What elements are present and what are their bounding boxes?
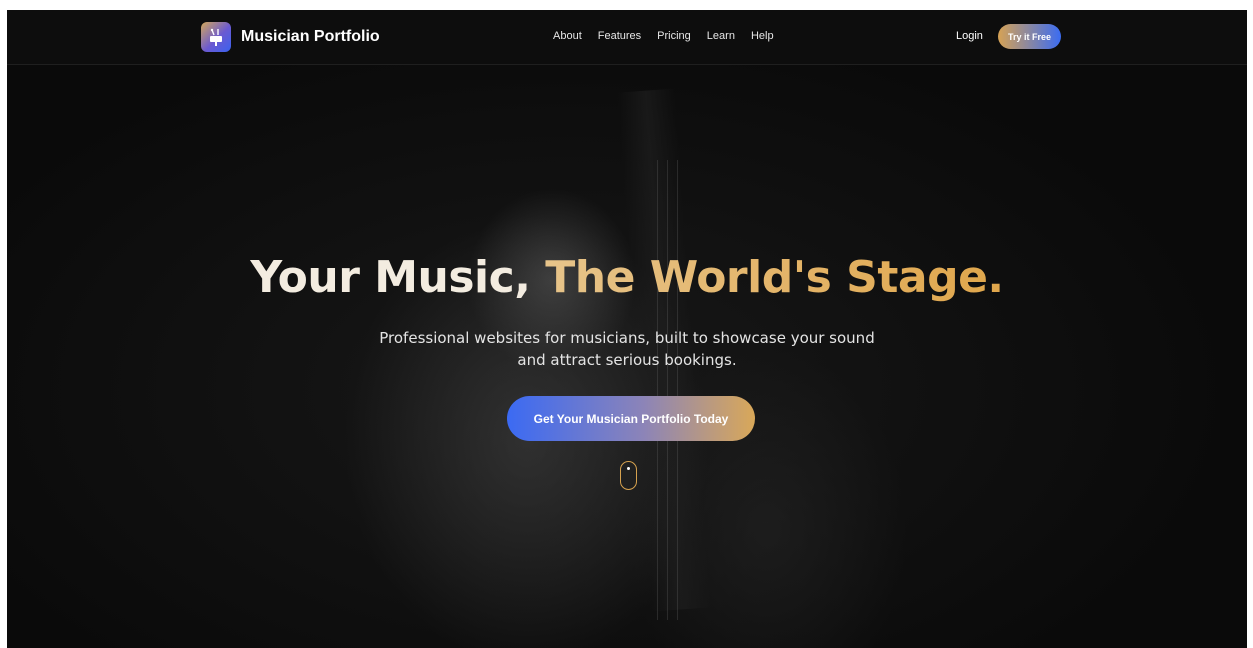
- bass-string: [667, 160, 668, 620]
- nav-link-learn[interactable]: Learn: [707, 30, 735, 42]
- nav-link-pricing[interactable]: Pricing: [657, 30, 691, 42]
- hero-title-part2: The World's Stage.: [545, 252, 1004, 303]
- bass-string: [657, 160, 658, 620]
- get-portfolio-button[interactable]: Get Your Musician Portfolio Today: [507, 396, 755, 441]
- hero-subtitle: Professional websites for musicians, bui…: [379, 329, 875, 369]
- hero-title-part1: Your Music,: [250, 252, 546, 303]
- brand-link[interactable]: Musician Portfolio: [201, 22, 380, 52]
- brand-name: Musician Portfolio: [241, 28, 380, 45]
- top-navigation: Musician Portfolio About Features Pricin…: [7, 10, 1247, 65]
- login-link[interactable]: Login: [956, 30, 983, 42]
- mouse-scroll-dot: [627, 467, 630, 470]
- nav-link-about[interactable]: About: [553, 30, 582, 42]
- nav-link-features[interactable]: Features: [598, 30, 641, 42]
- hero-title: Your Music, The World's Stage.: [7, 252, 1247, 303]
- page-frame: Musician Portfolio About Features Pricin…: [7, 10, 1247, 648]
- music-stand-icon: [201, 22, 231, 52]
- bass-string: [677, 160, 678, 620]
- try-it-free-button[interactable]: Try it Free: [998, 24, 1061, 49]
- nav-link-help[interactable]: Help: [751, 30, 774, 42]
- nav-links: About Features Pricing Learn Help: [553, 30, 774, 42]
- mouse-scroll-icon[interactable]: [620, 461, 637, 490]
